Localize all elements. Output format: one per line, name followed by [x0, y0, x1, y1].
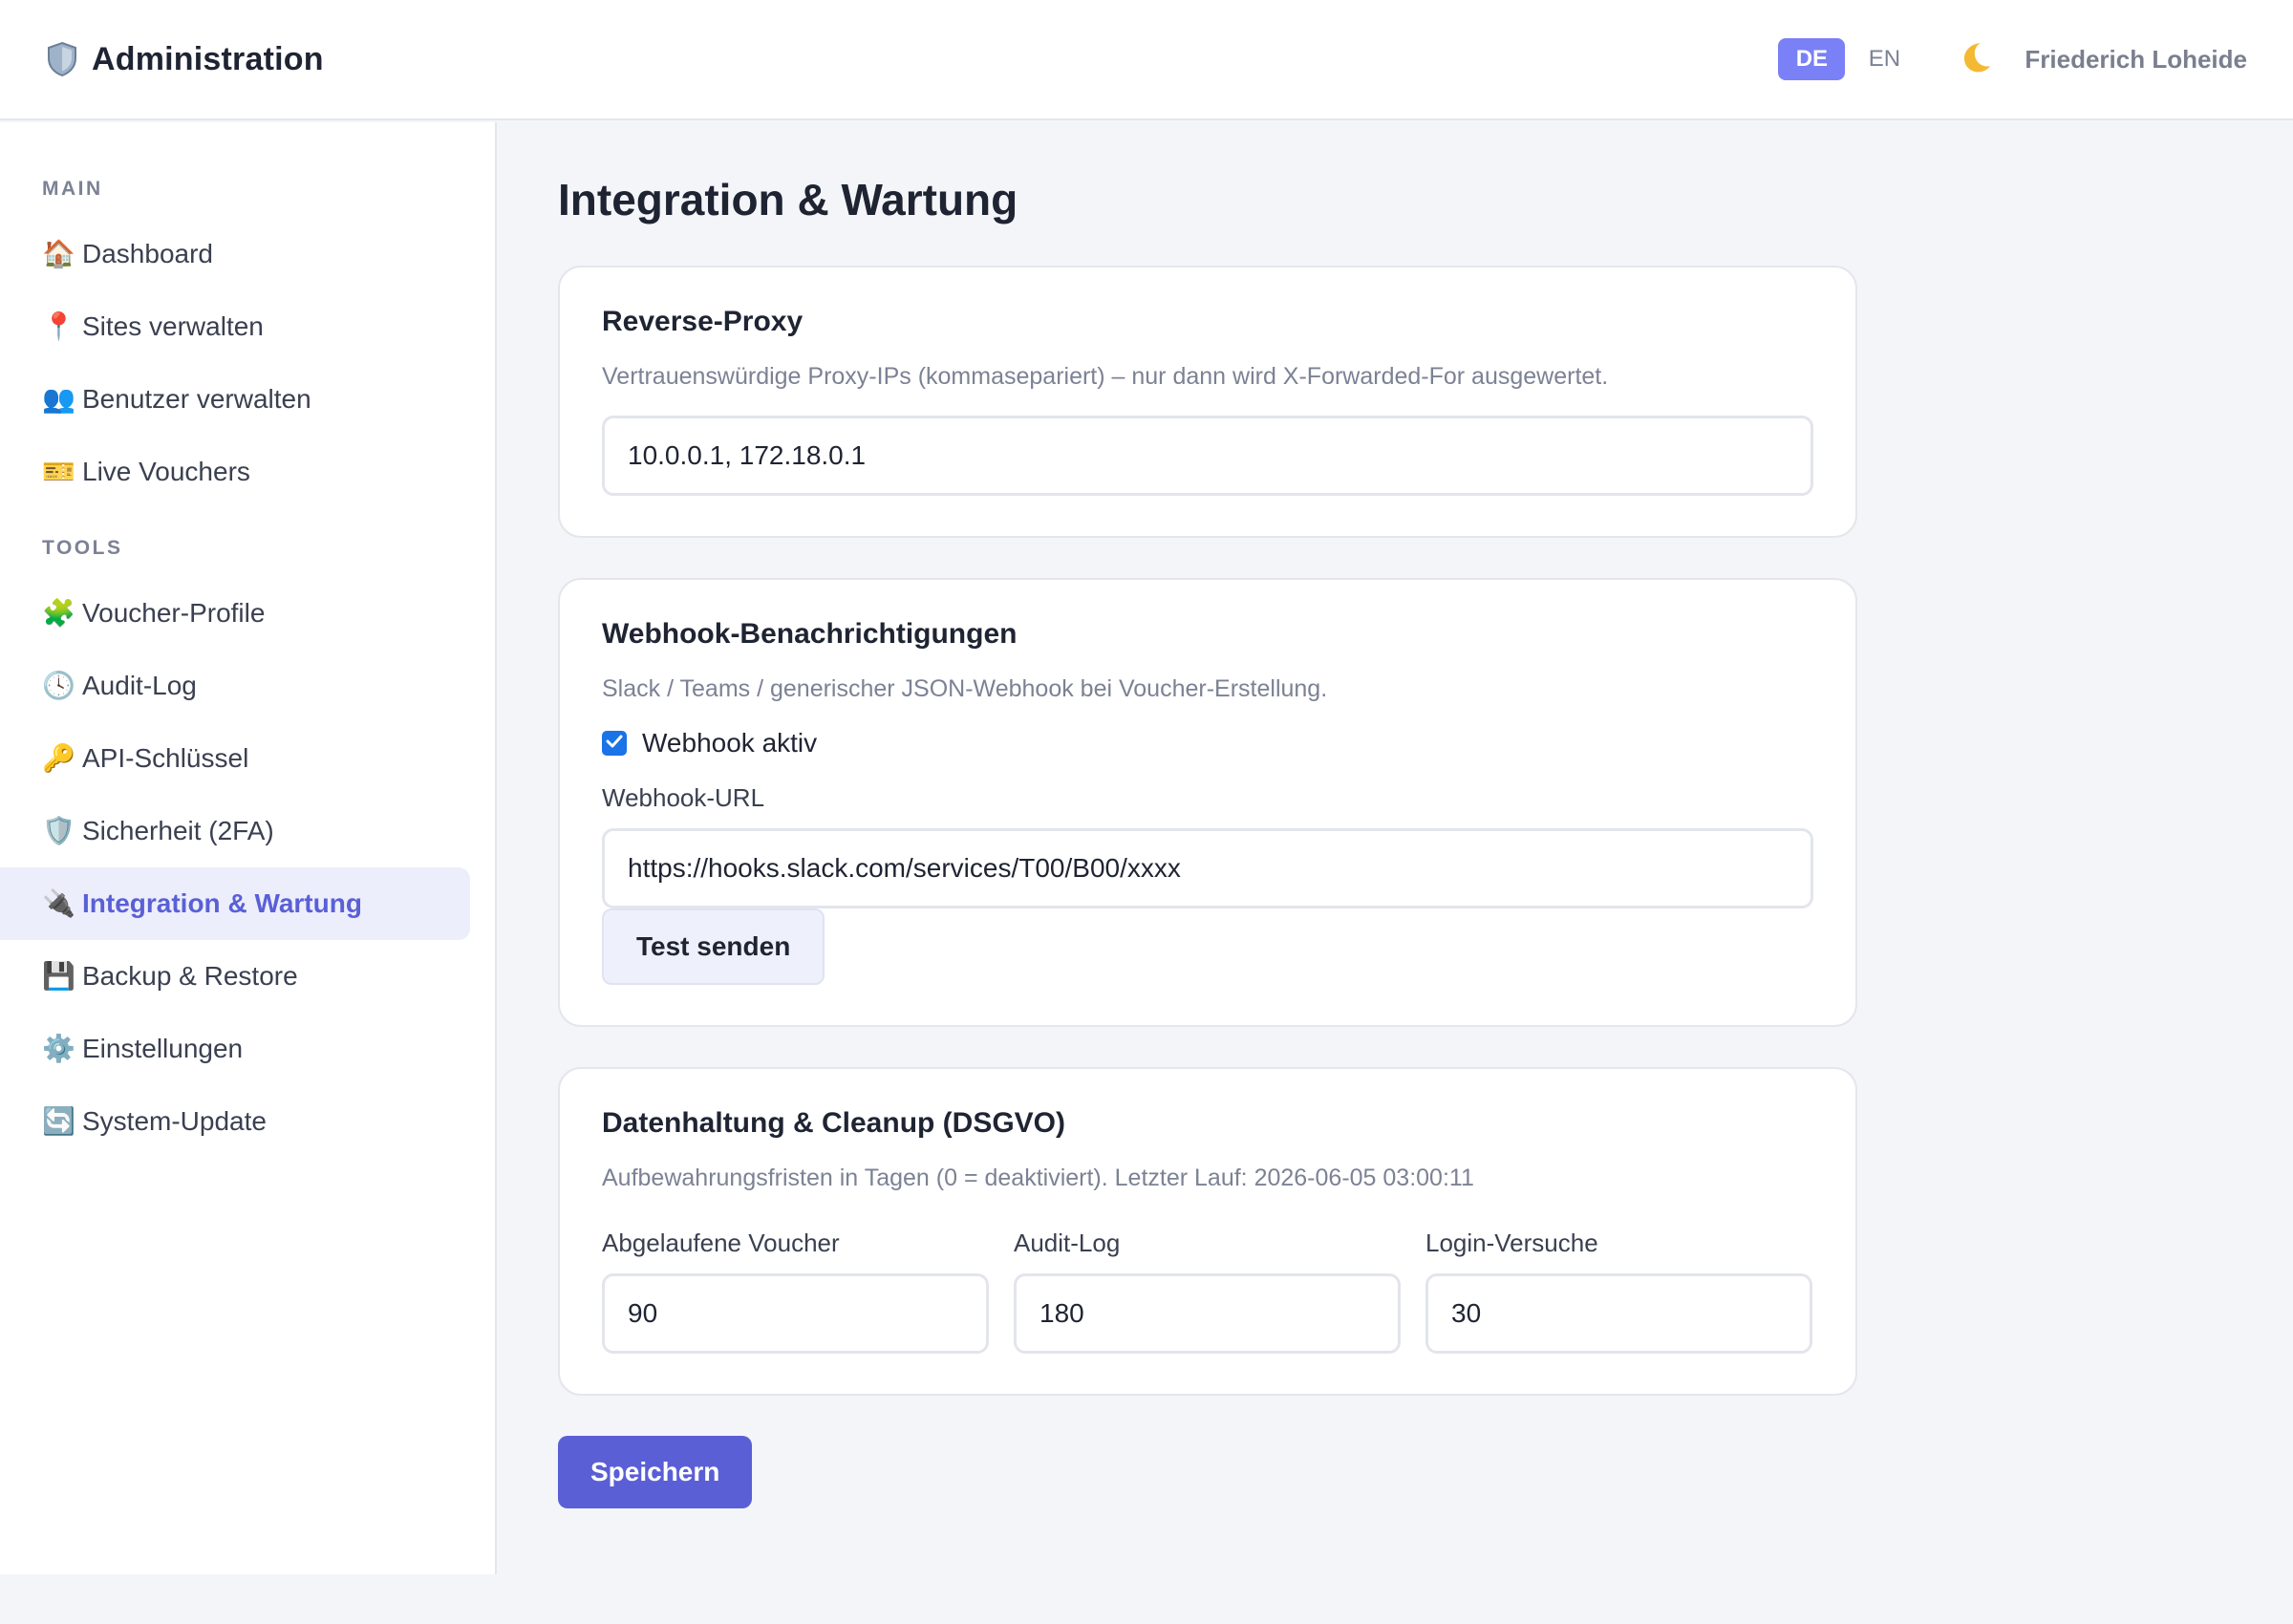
sidebar-item-live-vouchers[interactable]: 🎫 Live Vouchers: [0, 436, 470, 508]
checkmark-icon: [606, 735, 623, 753]
card-description: Slack / Teams / generischer JSON-Webhook…: [602, 675, 1328, 702]
sidebar-item-settings[interactable]: ⚙️ Einstellungen: [0, 1013, 470, 1085]
sidebar-item-integration[interactable]: 🔌 Integration & Wartung: [0, 867, 470, 940]
app-title: Administration: [92, 40, 324, 77]
shield-icon: [46, 41, 78, 77]
login-attempts-input[interactable]: [1425, 1273, 1812, 1354]
expired-vouchers-input[interactable]: [602, 1273, 989, 1354]
lang-de-button[interactable]: DE: [1778, 38, 1846, 80]
sidebar-item-voucher-profiles[interactable]: 🧩 Voucher-Profile: [0, 577, 470, 650]
sidebar-item-label: Integration & Wartung: [82, 888, 362, 918]
audit-log-input[interactable]: [1014, 1273, 1401, 1354]
audit-log-label: Audit-Log: [1014, 1229, 1121, 1257]
webhook-card: Webhook-Benachrichtigungen Slack / Teams…: [558, 578, 1857, 1027]
main-content: Integration & Wartung Reverse-Proxy Vert…: [558, 122, 1857, 1508]
sidebar-item-label: Live Vouchers: [82, 457, 250, 486]
house-icon: 🏠: [42, 239, 75, 268]
sidebar-item-sites[interactable]: 📍 Sites verwalten: [0, 290, 470, 363]
user-name[interactable]: Friederich Loheide: [2025, 45, 2247, 75]
sidebar-item-backup[interactable]: 💾 Backup & Restore: [0, 940, 470, 1013]
webhook-url-input[interactable]: [602, 828, 1813, 908]
sidebar-item-label: Voucher-Profile: [82, 598, 266, 628]
sidebar-item-label: Sites verwalten: [82, 311, 264, 341]
sidebar-item-dashboard[interactable]: 🏠 Dashboard: [0, 218, 470, 290]
sidebar-item-label: Backup & Restore: [82, 961, 298, 991]
sidebar-item-label: Sicherheit (2FA): [82, 816, 274, 845]
retention-fields: Abgelaufene Voucher Audit-Log Login-Vers…: [602, 1229, 1813, 1354]
sidebar-item-users[interactable]: 👥 Benutzer verwalten: [0, 363, 470, 436]
gear-icon: ⚙️: [42, 1034, 75, 1063]
users-icon: 👥: [42, 384, 75, 414]
moon-icon: [1956, 38, 1994, 81]
sidebar-item-label: API-Schlüssel: [82, 743, 249, 773]
proxy-ips-input[interactable]: [602, 416, 1813, 496]
clock-icon: 🕓: [42, 671, 75, 700]
top-header: Administration DE EN Friederich Loheide: [0, 0, 2293, 120]
sidebar-item-label: System-Update: [82, 1106, 267, 1136]
reverse-proxy-card: Reverse-Proxy Vertrauenswürdige Proxy-IP…: [558, 266, 1857, 538]
sidebar-item-security[interactable]: 🛡️ Sicherheit (2FA): [0, 795, 470, 867]
login-attempts-label: Login-Versuche: [1425, 1229, 1598, 1257]
sidebar: MAIN 🏠 Dashboard 📍 Sites verwalten 👥 Ben…: [0, 122, 497, 1574]
audit-log-field: Audit-Log: [1014, 1229, 1401, 1354]
sidebar-item-system-update[interactable]: 🔄 System-Update: [0, 1085, 470, 1158]
sidebar-section-main: MAIN: [42, 178, 103, 200]
puzzle-icon: 🧩: [42, 598, 75, 628]
page-title: Integration & Wartung: [558, 175, 1018, 224]
card-description: Vertrauenswürdige Proxy-IPs (kommasepari…: [602, 363, 1609, 390]
header-controls: DE EN Friederich Loheide: [1778, 38, 2247, 80]
login-attempts-field: Login-Versuche: [1425, 1229, 1812, 1354]
data-retention-card: Datenhaltung & Cleanup (DSGVO) Aufbewahr…: [558, 1067, 1857, 1396]
expired-vouchers-field: Abgelaufene Voucher: [602, 1229, 989, 1354]
save-button[interactable]: Speichern: [558, 1436, 753, 1508]
refresh-icon: 🔄: [42, 1106, 75, 1136]
webhook-url-label: Webhook-URL: [602, 783, 765, 812]
webhook-enabled-label[interactable]: Webhook aktiv: [642, 728, 817, 759]
floppy-disk-icon: 💾: [42, 961, 75, 991]
sidebar-item-label: Einstellungen: [82, 1034, 244, 1063]
sidebar-item-label: Benutzer verwalten: [82, 384, 311, 414]
pin-icon: 📍: [42, 311, 75, 341]
sidebar-item-label: Audit-Log: [82, 671, 197, 700]
card-title: Webhook-Benachrichtigungen: [602, 618, 1018, 650]
sidebar-item-audit-log[interactable]: 🕓 Audit-Log: [0, 650, 470, 722]
brand: Administration: [46, 41, 324, 78]
expired-vouchers-label: Abgelaufene Voucher: [602, 1229, 840, 1257]
key-icon: 🔑: [42, 743, 75, 773]
card-description: Aufbewahrungsfristen in Tagen (0 = deakt…: [602, 1165, 1474, 1191]
shield-icon: 🛡️: [42, 816, 75, 845]
ticket-icon: 🎫: [42, 457, 75, 486]
sidebar-item-api-keys[interactable]: 🔑 API-Schlüssel: [0, 722, 470, 795]
lang-en-button[interactable]: EN: [1851, 38, 1918, 80]
card-title: Datenhaltung & Cleanup (DSGVO): [602, 1107, 1066, 1139]
card-title: Reverse-Proxy: [602, 306, 804, 337]
sidebar-item-label: Dashboard: [82, 239, 213, 268]
test-send-button[interactable]: Test senden: [602, 908, 825, 985]
sidebar-section-tools: TOOLS: [42, 537, 123, 559]
plug-icon: 🔌: [42, 888, 75, 918]
theme-toggle-button[interactable]: [1954, 38, 1996, 80]
webhook-enabled-row: Webhook aktiv: [602, 728, 1813, 759]
webhook-enabled-checkbox[interactable]: [602, 731, 627, 756]
